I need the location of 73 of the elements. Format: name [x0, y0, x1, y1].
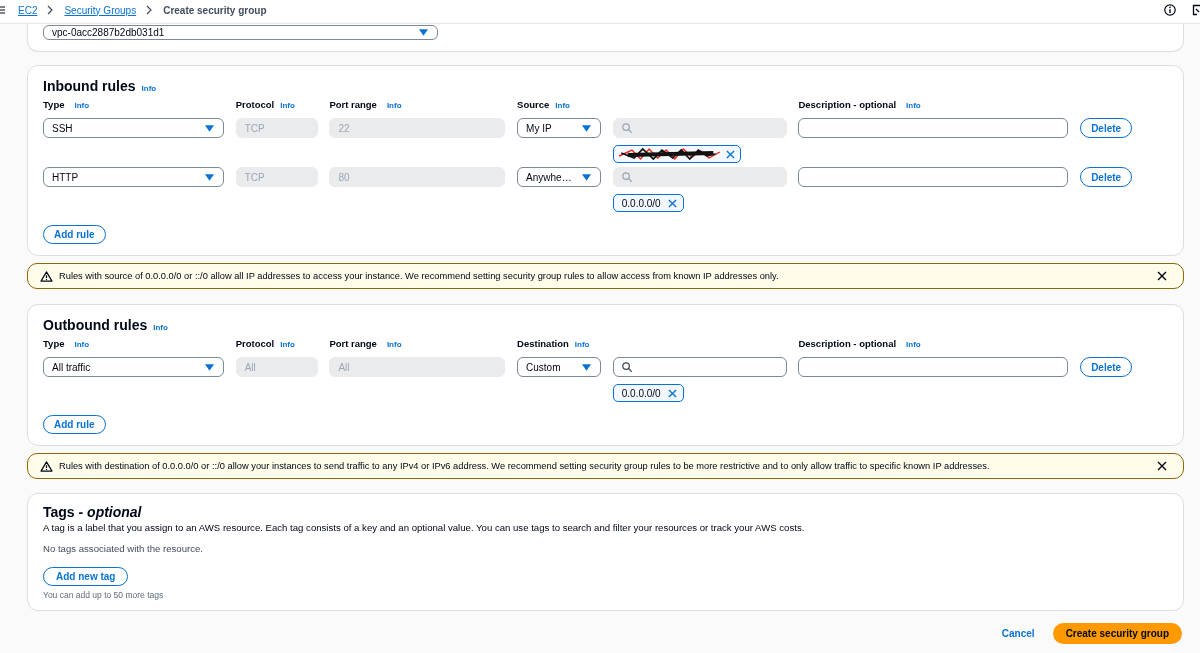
- info-icon[interactable]: [1164, 4, 1176, 16]
- empty-message: No tags associated with the resource.: [43, 543, 203, 554]
- source-select[interactable]: My IP: [517, 118, 602, 138]
- info-link[interactable]: Info: [906, 101, 921, 110]
- menu-icon[interactable]: [0, 6, 5, 14]
- section-title: Outbound rules: [43, 316, 148, 334]
- info-link[interactable]: Info: [74, 340, 90, 349]
- column-header: Description - optional: [798, 99, 897, 111]
- search-icon: [621, 123, 632, 133]
- delete-button[interactable]: Delete: [1080, 357, 1133, 377]
- type-select[interactable]: HTTP: [43, 167, 224, 187]
- info-link[interactable]: Info: [386, 340, 402, 349]
- delete-button[interactable]: Delete: [1080, 167, 1133, 187]
- search-icon: [621, 362, 632, 372]
- column-header: Type: [43, 99, 65, 111]
- add-rule-button[interactable]: Add rule: [43, 225, 106, 244]
- info-link[interactable]: Info: [141, 84, 157, 93]
- description-field[interactable]: [798, 357, 1069, 377]
- caret-icon: [582, 173, 592, 181]
- caret-icon: [205, 173, 214, 181]
- warning-message: Rules with destination of 0.0.0.0/0 or ::/0 allow your instances to send traffic to any IPv4 or IPv6 address. We recommend setting security group rules to be more restrictive and to only allow traffic to specific known IP addresses.: [59, 461, 991, 471]
- column-header: Protocol: [235, 338, 275, 350]
- token-label: 0.0.0.0/0: [621, 387, 661, 399]
- info-link[interactable]: Info: [906, 340, 921, 349]
- cancel-button[interactable]: Cancel: [1001, 628, 1035, 639]
- breadcrumb-link[interactable]: EC2: [18, 4, 38, 16]
- info-link[interactable]: Info: [153, 323, 168, 332]
- delete-button[interactable]: Delete: [1080, 118, 1133, 138]
- type-select[interactable]: SSH: [43, 118, 224, 138]
- chevron-icon: [146, 5, 153, 15]
- caret-icon: [205, 363, 214, 371]
- add-new-tag-button[interactable]: Add new tag: [43, 567, 129, 586]
- chevron-icon: [47, 5, 54, 15]
- section-title: Inbound rules: [43, 77, 136, 95]
- warning-icon: [40, 270, 53, 282]
- frame-icon[interactable]: [1192, 3, 1200, 17]
- column-header: Protocol: [235, 99, 275, 111]
- caret-icon: [205, 124, 214, 132]
- source-select[interactable]: Anywhe…: [517, 167, 602, 187]
- info-link[interactable]: Info: [280, 101, 295, 110]
- column-header: Source: [517, 99, 550, 111]
- caret-icon: [582, 124, 592, 132]
- info-link[interactable]: Info: [574, 340, 590, 349]
- description-field[interactable]: [798, 118, 1069, 138]
- column-header: Port range: [329, 338, 377, 350]
- warning-icon: [40, 460, 53, 472]
- warning-message: Rules with source of 0.0.0.0/0 or ::/0 allow all IP addresses to access your instance. We recommend setting security group rules to allow access from known IP addresses only.: [59, 271, 780, 281]
- type-select[interactable]: All traffic: [43, 357, 224, 377]
- column-header: Destination: [517, 338, 569, 350]
- vpc-select[interactable]: vpc-0acc2887b2db031d1: [43, 25, 438, 40]
- info-link[interactable]: Info: [555, 101, 570, 110]
- search-icon: [621, 172, 632, 182]
- breadcrumb-current[interactable]: Create security group: [163, 4, 267, 16]
- column-header: Port range: [329, 99, 377, 111]
- caret-icon: [419, 29, 428, 36]
- close-icon[interactable]: [1157, 271, 1167, 281]
- info-link[interactable]: Info: [74, 101, 90, 110]
- column-header: Description - optional: [798, 338, 897, 350]
- hint-text: You can add up to 50 more tags: [43, 590, 164, 600]
- breadcrumb-link[interactable]: Security Groups: [64, 4, 137, 16]
- info-link[interactable]: Info: [280, 340, 295, 349]
- search-field[interactable]: [612, 357, 787, 377]
- destination-select[interactable]: Custom: [517, 357, 602, 377]
- caret-icon: [582, 363, 592, 371]
- add-rule-button[interactable]: Add rule: [43, 415, 106, 434]
- token-label: 0.0.0.0/0: [621, 197, 661, 209]
- description-field[interactable]: [798, 167, 1069, 187]
- close-icon[interactable]: [1157, 461, 1167, 471]
- column-header: Type: [43, 338, 65, 350]
- section-description: A tag is a label that you assign to an AWS resource. Each tag consists of a key and an optional value. You can use tags to search and filter your resources or track your AWS costs.: [43, 522, 805, 533]
- info-link[interactable]: Info: [386, 101, 402, 110]
- section-title: Tags - optional: [43, 504, 142, 520]
- create-security-group-button[interactable]: Create security group: [1052, 623, 1182, 644]
